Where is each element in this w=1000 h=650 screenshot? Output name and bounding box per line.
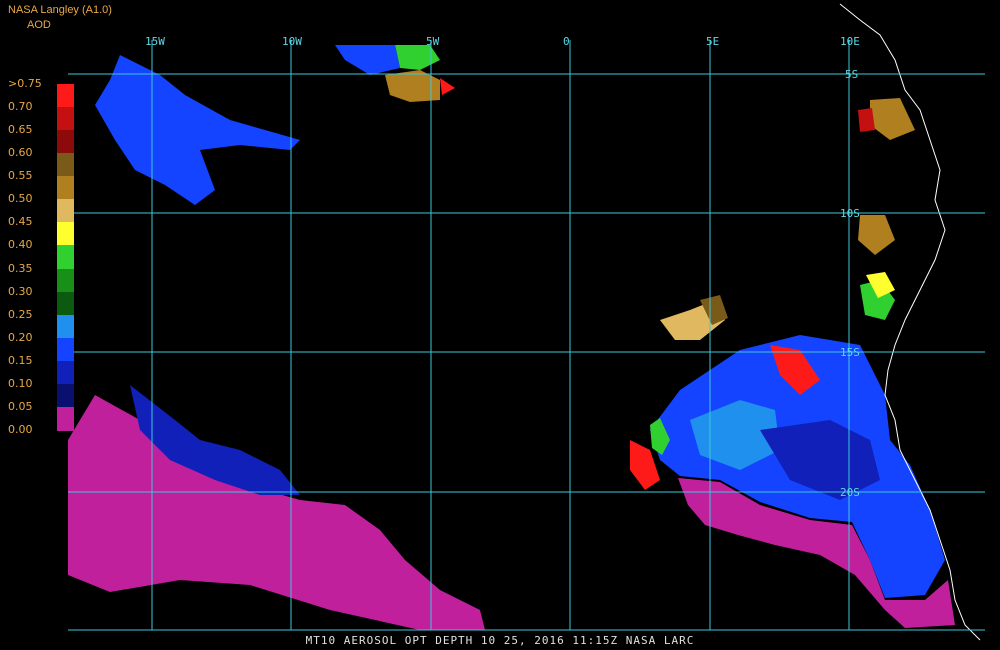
footer-caption: MT10 AEROSOL OPT DEPTH 10 25, 2016 11:15… (305, 634, 695, 647)
legend-tick-label: 0.60 (8, 146, 33, 160)
lon-label-10w: 10W (282, 35, 302, 48)
lon-label-15w: 15W (145, 35, 165, 48)
aerosol-field-layer (68, 45, 955, 630)
product-label: AOD (27, 19, 51, 31)
legend-swatch (57, 107, 74, 132)
legend-swatch (57, 222, 74, 247)
legend-tick-label: 0.15 (8, 353, 33, 367)
legend-tick-label: 0.70 (8, 100, 33, 114)
aod-region-orange-coast-5s (870, 98, 915, 140)
lat-label-20s: 20S (840, 486, 860, 499)
legend-tick-label: 0.10 (8, 376, 33, 390)
legend-tick-label: >0.75 (8, 77, 42, 90)
legend-swatch (57, 337, 74, 362)
aod-region-top-red (440, 78, 455, 95)
legend-tick-label: 0.55 (8, 169, 33, 183)
legend-swatch (57, 291, 74, 316)
legend-tick-label: 0.35 (8, 261, 33, 275)
lon-label-5e: 5E (706, 35, 719, 48)
legend-swatch (57, 406, 74, 431)
producer-label: NASA Langley (A1.0) (8, 4, 112, 16)
legend-swatch (57, 360, 74, 385)
aod-region-red-coast (858, 108, 875, 132)
legend-tick-label: 0.50 (8, 192, 33, 206)
legend-color-bar (57, 84, 74, 431)
legend-tick-label: 0.00 (8, 423, 33, 436)
aod-region-low-west (68, 395, 485, 630)
legend-tick-label: 0.05 (8, 399, 33, 413)
legend-swatch (57, 314, 74, 339)
lon-label-5w: 5W (426, 35, 440, 48)
lon-label-10e: 10E (840, 35, 860, 48)
lat-label-15s: 15S (840, 346, 860, 359)
legend-swatch (57, 383, 74, 408)
aod-region-orange-coast-10s (858, 215, 895, 255)
legend-swatch (57, 84, 74, 108)
legend-tick-label: 0.45 (8, 215, 33, 229)
aod-region-top-blue (335, 45, 400, 75)
aod-region-top-green (395, 45, 440, 70)
lat-label-10s: 10S (840, 207, 860, 220)
aod-region-top-orange (385, 70, 440, 102)
lat-label-5s: 5S (845, 68, 858, 81)
legend-swatch (57, 176, 74, 201)
legend-swatch (57, 199, 74, 224)
legend-tick-label: 0.65 (8, 123, 33, 137)
legend-tick-label: 0.25 (8, 307, 33, 321)
aod-map: 15W 10W 5W 0 5E 10E 5S 10S 15S 20S (68, 3, 985, 641)
aod-region-nw-blue (95, 55, 300, 205)
legend-swatch (57, 268, 74, 293)
legend-swatch (57, 130, 74, 155)
legend-swatch (57, 245, 74, 270)
legend-swatch (57, 153, 74, 178)
legend-tick-label: 0.20 (8, 330, 33, 344)
lon-label-0: 0 (563, 35, 570, 48)
legend-tick-label: 0.30 (8, 284, 33, 298)
legend-tick-label: 0.40 (8, 238, 33, 252)
